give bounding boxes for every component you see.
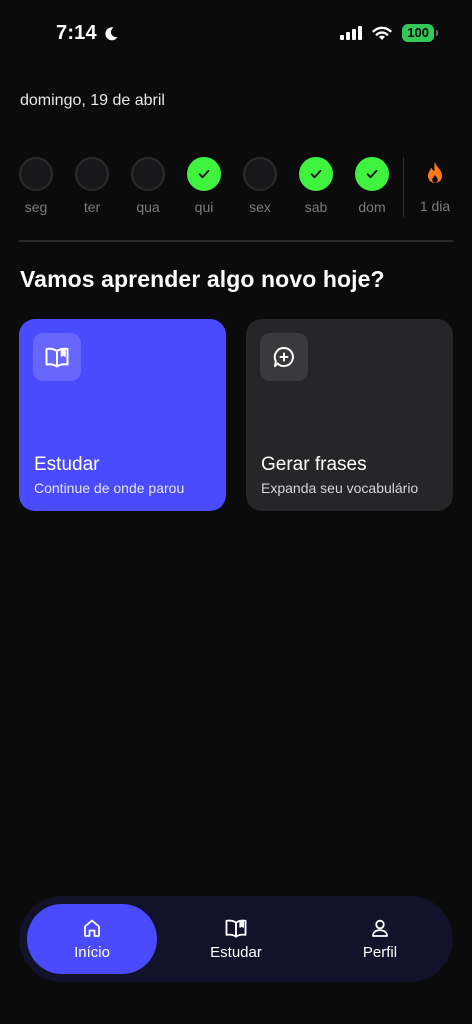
- wifi-icon: [372, 26, 392, 40]
- nav-home[interactable]: Início: [27, 904, 157, 974]
- day-item: sex: [243, 157, 277, 215]
- card-title: Estudar: [34, 454, 100, 475]
- day-circle: [75, 157, 109, 191]
- check-icon: [310, 169, 322, 179]
- streak-separator: [403, 157, 404, 217]
- check-icon: [366, 169, 378, 179]
- day-item: qua: [131, 157, 165, 215]
- day-circle-done: [299, 157, 333, 191]
- status-bar: 7:14 100: [0, 0, 472, 70]
- day-item: seg: [19, 157, 53, 215]
- generate-phrases-card[interactable]: Gerar frases Expanda seu vocabulário: [246, 319, 453, 511]
- day-item: dom: [355, 157, 389, 215]
- day-item: qui: [187, 157, 221, 215]
- book-icon: [225, 919, 247, 938]
- chat-plus-icon: [273, 346, 294, 367]
- bottom-navigation: Início Estudar Perfil: [19, 896, 453, 982]
- streak-label: 1 dia: [419, 198, 451, 214]
- nav-label: Estudar: [210, 943, 262, 961]
- moon-icon: [105, 26, 118, 40]
- day-label: ter: [83, 199, 101, 215]
- page-heading: Vamos aprender algo novo hoje?: [20, 266, 385, 292]
- day-label: seg: [24, 199, 48, 215]
- day-label: dom: [358, 199, 386, 215]
- day-circle: [131, 157, 165, 191]
- week-streak: seg ter qua qui sex sab dom 1 dia: [19, 157, 453, 219]
- home-icon: [84, 919, 100, 937]
- nav-label: Perfil: [362, 943, 398, 961]
- nav-study[interactable]: Estudar: [171, 904, 301, 974]
- current-date: domingo, 19 de abril: [20, 92, 165, 109]
- day-label: sex: [249, 199, 271, 215]
- book-icon: [45, 347, 69, 368]
- day-label: sab: [304, 199, 328, 215]
- card-icon-wrapper: [260, 333, 308, 381]
- study-card[interactable]: Estudar Continue de onde parou: [19, 319, 226, 511]
- day-circle: [243, 157, 277, 191]
- day-item: sab: [299, 157, 333, 215]
- nav-profile[interactable]: Perfil: [315, 904, 445, 974]
- nav-label: Início: [74, 943, 110, 961]
- day-label: qui: [194, 199, 214, 215]
- status-icons: 100: [340, 24, 438, 42]
- user-icon: [372, 919, 388, 937]
- day-item: ter: [75, 157, 109, 215]
- streak-counter: 1 dia: [417, 161, 453, 214]
- card-icon-wrapper: [33, 333, 81, 381]
- battery-icon: 100: [402, 24, 438, 42]
- card-title: Gerar frases: [261, 454, 367, 475]
- day-circle: [19, 157, 53, 191]
- time-label: 7:14: [56, 22, 97, 44]
- signal-icon: [340, 26, 363, 40]
- check-icon: [198, 169, 210, 179]
- flame-icon: [428, 162, 442, 183]
- section-divider: [19, 240, 453, 242]
- day-label: qua: [136, 199, 160, 215]
- day-circle-done: [187, 157, 221, 191]
- card-subtitle: Continue de onde parou: [34, 480, 185, 496]
- day-circle-done: [355, 157, 389, 191]
- status-time: 7:14: [56, 22, 119, 45]
- card-subtitle: Expanda seu vocabulário: [261, 480, 419, 496]
